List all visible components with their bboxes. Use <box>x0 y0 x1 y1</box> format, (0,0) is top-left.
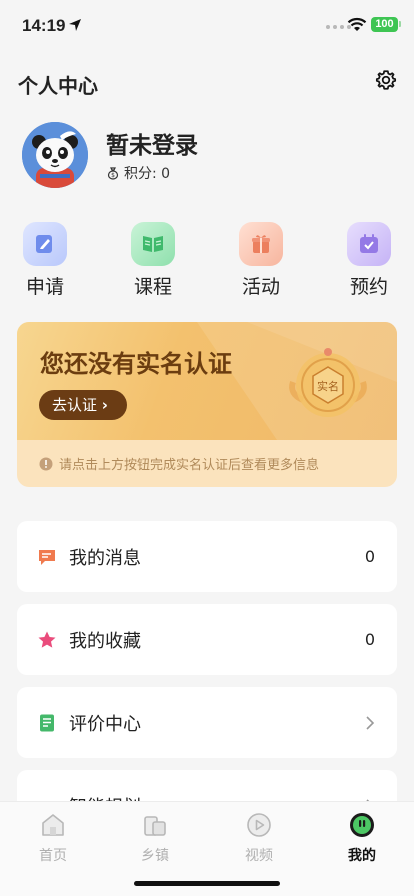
message-icon <box>39 549 55 565</box>
verification-note: 请点击上方按钮完成实名认证后查看更多信息 <box>39 454 319 473</box>
quick-action-label: 申请 <box>25 276 64 298</box>
battery-tip <box>399 21 401 27</box>
money-bag-icon: $ <box>107 167 119 180</box>
quick-action-activity[interactable]: 活动 <box>216 222 306 299</box>
user-name[interactable]: 暂未登录 <box>106 126 198 160</box>
points-text: 积分: 0 <box>124 166 171 182</box>
page-title: 个人中心 <box>18 74 98 98</box>
chevron-right-icon: › <box>101 396 108 414</box>
quick-action-apply[interactable]: 申请 <box>0 222 90 299</box>
tab-mine[interactable]: 我的 <box>327 812 397 865</box>
panda-avatar-icon <box>22 122 88 188</box>
gear-icon[interactable] <box>375 69 397 91</box>
book-icon <box>131 222 175 266</box>
play-icon <box>247 813 271 837</box>
avatar[interactable] <box>22 122 88 188</box>
tab-label: 首页 <box>39 848 67 864</box>
tab-town[interactable]: 乡镇 <box>120 812 190 865</box>
verification-card: 您还没有实名认证 去认证 › 实名 请点击上方按钮完成实名认证后查看更多信息 <box>17 322 397 487</box>
quick-action-label: 活动 <box>241 276 280 298</box>
chevron-right-icon <box>366 715 375 730</box>
verification-title: 您还没有实名认证 <box>40 349 232 378</box>
star-icon <box>38 631 56 648</box>
verify-button-label: 去认证 <box>52 396 98 414</box>
message-count: 0 <box>364 547 375 566</box>
badge-text: 实名 <box>317 379 339 393</box>
battery-icon: 100 <box>371 17 398 32</box>
tab-label: 视频 <box>245 848 273 864</box>
status-time: 14:19 <box>22 16 66 35</box>
tab-label: 我的 <box>348 848 376 864</box>
list-item-label: 我的消息 <box>69 547 141 569</box>
list-item-label: 我的收藏 <box>69 630 141 652</box>
points-row: $ 积分: 0 <box>106 163 170 183</box>
tab-label: 乡镇 <box>141 848 169 864</box>
town-icon <box>144 816 166 836</box>
gift-icon <box>239 222 283 266</box>
document-icon <box>40 714 54 731</box>
list-item-reviews[interactable]: 评价中心 <box>17 687 397 758</box>
home-icon <box>42 814 64 836</box>
home-indicator <box>134 881 280 886</box>
verification-note-text: 请点击上方按钮完成实名认证后查看更多信息 <box>59 458 320 473</box>
tab-video[interactable]: 视频 <box>224 812 294 865</box>
quick-action-course[interactable]: 课程 <box>108 222 198 299</box>
quick-action-label: 课程 <box>133 276 172 298</box>
favorite-count: 0 <box>364 630 375 649</box>
quick-action-booking[interactable]: 预约 <box>324 222 414 299</box>
list-item-messages[interactable]: 我的消息 0 <box>17 521 397 592</box>
list-item-label: 评价中心 <box>69 713 141 735</box>
calendar-icon <box>347 222 391 266</box>
profile-icon <box>350 813 374 837</box>
tab-home[interactable]: 首页 <box>18 812 88 865</box>
info-icon <box>39 457 53 470</box>
wifi-icon <box>347 17 367 31</box>
location-arrow-icon <box>69 19 81 31</box>
verify-button[interactable]: 去认证 › <box>39 390 127 420</box>
list-item-favorites[interactable]: 我的收藏 0 <box>17 604 397 675</box>
edit-icon <box>23 222 67 266</box>
svg-text:$: $ <box>111 172 115 179</box>
quick-action-label: 预约 <box>349 276 388 298</box>
verified-badge-icon: 实名 <box>289 348 367 417</box>
status-bar: 14:19 100 <box>0 0 414 50</box>
